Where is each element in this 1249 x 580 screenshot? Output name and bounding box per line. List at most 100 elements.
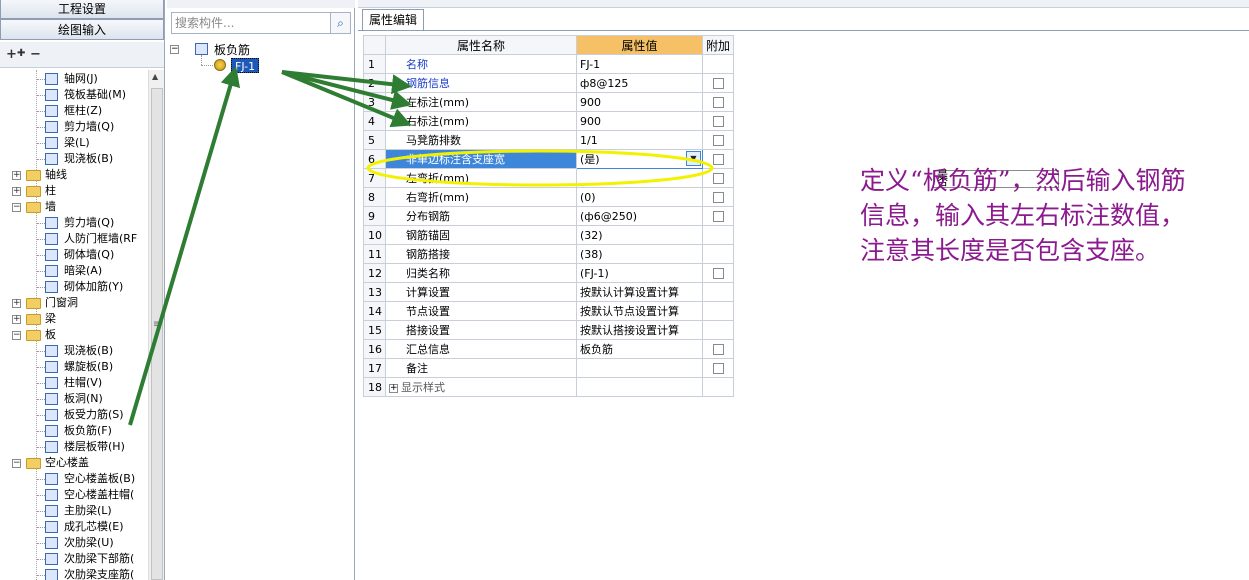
collapse-icon[interactable]: −	[12, 203, 21, 212]
tree-item[interactable]: 成孔芯模(E)	[0, 519, 148, 535]
tree-item[interactable]: 楼层板带(H)	[0, 439, 148, 455]
tree-item[interactable]: 空心楼盖柱帽(	[0, 487, 148, 503]
tree-item[interactable]: 人防门框墙(RF	[0, 231, 148, 247]
collapse-all-icon[interactable]: −	[30, 47, 41, 62]
tree-item[interactable]: 次肋梁下部筋(	[0, 551, 148, 567]
draw-input-button[interactable]: 绘图输入	[0, 19, 164, 40]
tree-item[interactable]: 次肋梁支座筋(	[0, 567, 148, 580]
collapse-icon[interactable]: −	[12, 331, 21, 340]
tree-item[interactable]: 螺旋板(B)	[0, 359, 148, 375]
attach-checkbox[interactable]	[712, 268, 724, 279]
property-value[interactable]: (38)	[576, 244, 703, 264]
tree-item[interactable]: 砌体墙(Q)	[0, 247, 148, 263]
tree-item[interactable]: 剪力墙(Q)	[0, 215, 148, 231]
tree-item[interactable]: + 梁	[0, 311, 148, 327]
attach-checkbox[interactable]	[712, 135, 724, 146]
tree-item[interactable]: 次肋梁(U)	[0, 535, 148, 551]
property-value[interactable]: (0)	[576, 187, 703, 207]
tab-property-edit[interactable]: 属性编辑	[362, 9, 424, 30]
tree-item[interactable]: 板受力筋(S)	[0, 407, 148, 423]
property-value[interactable]: 按默认节点设置计算	[576, 301, 703, 321]
property-value[interactable]: 900	[576, 92, 703, 112]
table-row[interactable]: 11 钢筋搭接 (38)	[363, 244, 735, 264]
table-row[interactable]: 8 右弯折(mm) (0)	[363, 187, 735, 207]
table-row[interactable]: 1 名称 FJ-1	[363, 54, 735, 74]
tree-item[interactable]: 柱帽(V)	[0, 375, 148, 391]
attach-checkbox[interactable]	[712, 78, 724, 89]
tree-item[interactable]: + 门窗洞	[0, 295, 148, 311]
table-row[interactable]: 3 左标注(mm) 900	[363, 92, 735, 112]
table-row[interactable]: 18 + 显示样式	[363, 377, 735, 397]
scroll-up-icon[interactable]: ▲	[152, 72, 158, 81]
tree-item[interactable]: 框柱(Z)	[0, 103, 148, 119]
property-value[interactable]: 900	[576, 111, 703, 131]
attach-checkbox[interactable]	[712, 173, 724, 184]
tree-item[interactable]: 剪力墙(Q)	[0, 119, 148, 135]
property-value[interactable]: 1/1	[576, 130, 703, 150]
property-value[interactable]	[576, 377, 703, 397]
tree-scrollbar[interactable]: ▲ ≡	[148, 70, 164, 580]
tree-item[interactable]: + 轴线	[0, 167, 148, 183]
table-row[interactable]: 7 左弯折(mm)	[363, 168, 735, 188]
attach-checkbox[interactable]	[712, 116, 724, 127]
tree-item[interactable]: 板洞(N)	[0, 391, 148, 407]
property-value[interactable]: (32)	[576, 225, 703, 245]
expand-icon[interactable]: +	[12, 171, 21, 180]
property-value[interactable]	[576, 358, 703, 378]
table-row[interactable]: 5 马凳筋排数 1/1	[363, 130, 735, 150]
table-row[interactable]: 16 汇总信息 板负筋	[363, 339, 735, 359]
property-value[interactable]: FJ-1	[576, 54, 703, 74]
tree-item[interactable]: 现浇板(B)	[0, 343, 148, 359]
tree-item[interactable]: 板负筋(F)	[0, 423, 148, 439]
attach-checkbox[interactable]	[712, 211, 724, 222]
component-item-fj1[interactable]: FJ-1	[231, 58, 260, 73]
collapse-icon[interactable]: −	[12, 459, 21, 468]
table-row[interactable]: 6 非单边标注含支座宽 (是) ▼	[363, 149, 735, 169]
expand-icon[interactable]: +	[12, 187, 21, 196]
tree-item[interactable]: 空心楼盖板(B)	[0, 471, 148, 487]
property-value[interactable]: 按默认计算设置计算	[576, 282, 703, 302]
tree-item[interactable]: 暗梁(A)	[0, 263, 148, 279]
property-value[interactable]: (是) ▼	[576, 149, 703, 169]
expand-all-icon[interactable]: +	[6, 47, 17, 62]
tree-item[interactable]: 筏板基础(M)	[0, 87, 148, 103]
table-row[interactable]: 17 备注	[363, 358, 735, 378]
property-value[interactable]: (ф6@250)	[576, 206, 703, 226]
attach-checkbox[interactable]	[712, 97, 724, 108]
table-row[interactable]: 13 计算设置 按默认计算设置计算	[363, 282, 735, 302]
tree-item[interactable]: 梁(L)	[0, 135, 148, 151]
table-row[interactable]: 10 钢筋锚固 (32)	[363, 225, 735, 245]
component-group-label[interactable]: 板负筋	[214, 41, 250, 58]
tree-item[interactable]: 砌体加筋(Y)	[0, 279, 148, 295]
scrollbar-thumb[interactable]: ≡	[151, 88, 163, 580]
dropdown-arrow-icon[interactable]: ▼	[686, 151, 701, 166]
table-row[interactable]: 14 节点设置 按默认节点设置计算	[363, 301, 735, 321]
collapse-icon[interactable]: −	[170, 45, 179, 54]
tree-item[interactable]: − 空心楼盖	[0, 455, 148, 471]
attach-checkbox[interactable]	[712, 344, 724, 355]
tree-item[interactable]: − 墙	[0, 199, 148, 215]
table-row[interactable]: 9 分布钢筋 (ф6@250)	[363, 206, 735, 226]
property-value[interactable]: ф8@125	[576, 73, 703, 93]
property-value[interactable]: 按默认搭接设置计算	[576, 320, 703, 340]
attach-checkbox[interactable]	[712, 363, 724, 374]
table-row[interactable]: 15 搭接设置 按默认搭接设置计算	[363, 320, 735, 340]
attach-checkbox[interactable]	[712, 192, 724, 203]
tree-item[interactable]: 轴网(J)	[0, 71, 148, 87]
property-value[interactable]: (FJ-1)	[576, 263, 703, 283]
property-value[interactable]	[576, 168, 703, 188]
table-row[interactable]: 2 钢筋信息 ф8@125	[363, 73, 735, 93]
search-input[interactable]: 搜索构件...	[171, 12, 331, 34]
expand-icon[interactable]: +	[12, 315, 21, 324]
table-row[interactable]: 12 归类名称 (FJ-1)	[363, 263, 735, 283]
tree-item[interactable]: 现浇板(B)	[0, 151, 148, 167]
tree-item[interactable]: + 柱	[0, 183, 148, 199]
attach-checkbox[interactable]	[712, 154, 724, 165]
property-value[interactable]: 板负筋	[576, 339, 703, 359]
expand-icon[interactable]: +	[12, 299, 21, 308]
project-settings-button[interactable]: 工程设置	[0, 0, 164, 19]
tree-item[interactable]: − 板	[0, 327, 148, 343]
tree-item[interactable]: 主肋梁(L)	[0, 503, 148, 519]
table-row[interactable]: 4 右标注(mm) 900	[363, 111, 735, 131]
expand-icon[interactable]: +	[389, 383, 398, 393]
